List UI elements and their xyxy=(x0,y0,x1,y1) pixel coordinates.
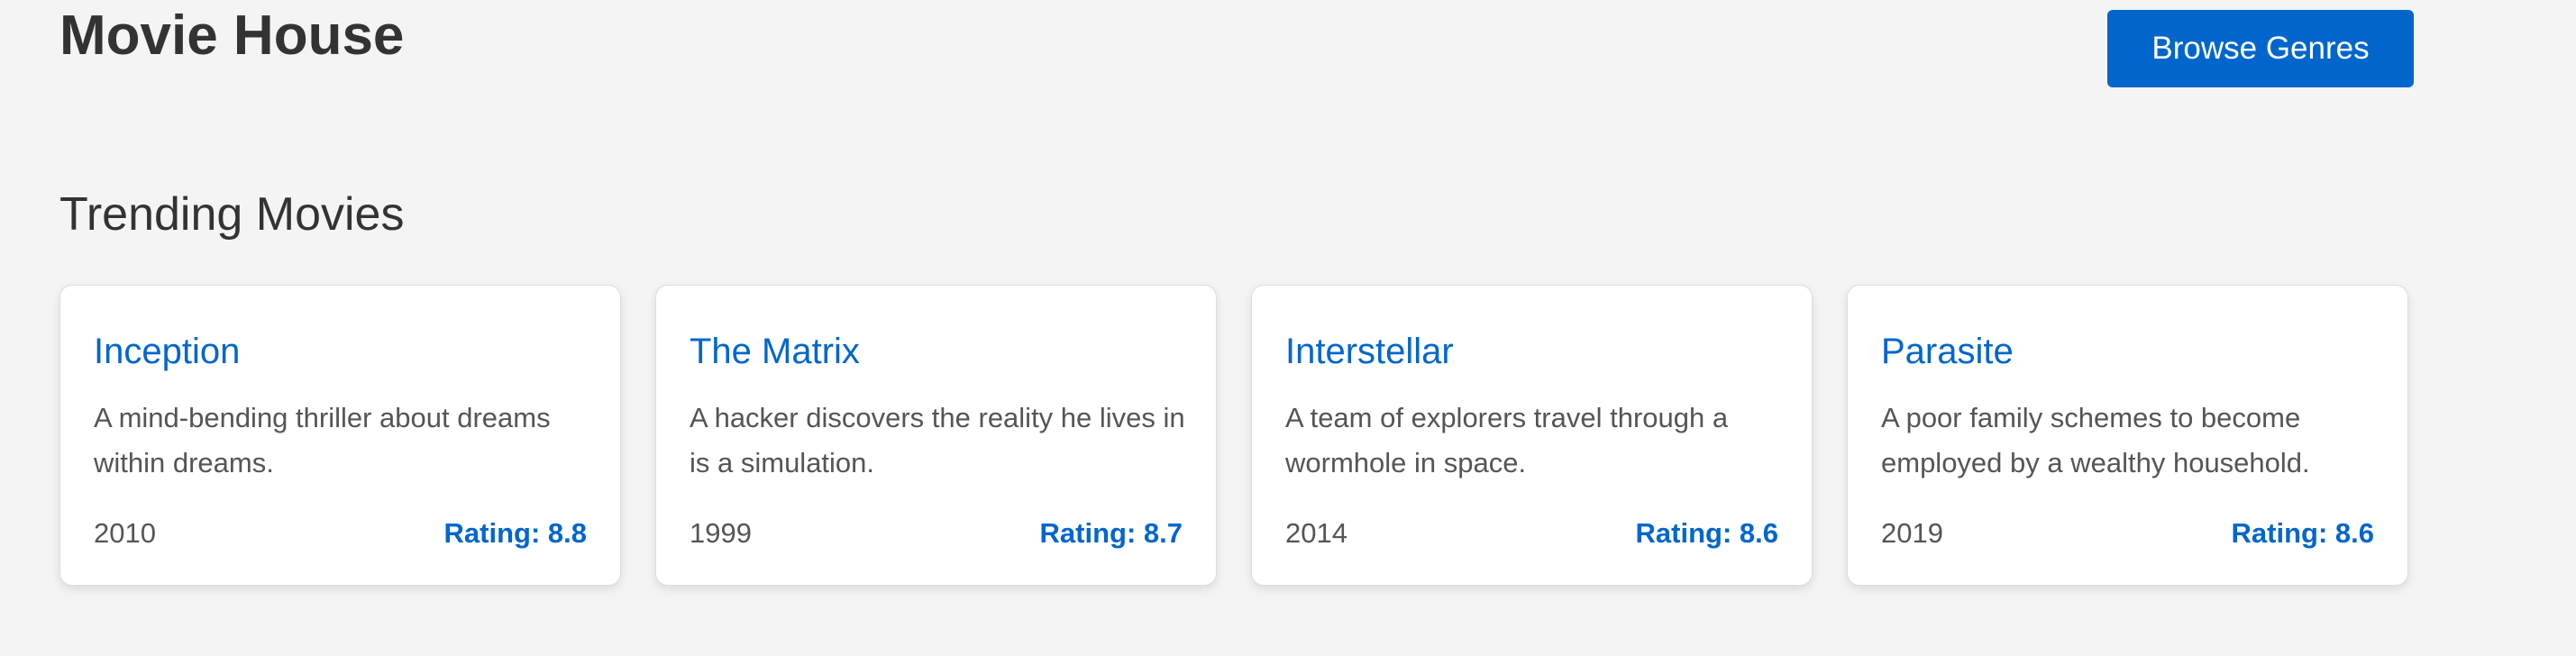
movie-card[interactable]: Interstellar A team of explorers travel … xyxy=(1251,285,1813,586)
movie-card[interactable]: The Matrix A hacker discovers the realit… xyxy=(655,285,1217,586)
movie-rating: Rating: 8.6 xyxy=(1635,517,1778,549)
movie-rating: Rating: 8.8 xyxy=(443,517,587,549)
movie-card[interactable]: Inception A mind-bending thriller about … xyxy=(59,285,621,586)
movie-year: 2019 xyxy=(1881,517,1943,549)
movie-card-footer: 1999 Rating: 8.7 xyxy=(690,511,1183,556)
movie-description: A team of explorers travel through a wor… xyxy=(1285,402,1729,478)
movie-description: A hacker discovers the reality he lives … xyxy=(690,402,1185,478)
movie-card[interactable]: Parasite A poor family schemes to become… xyxy=(1847,285,2408,586)
movie-rating: Rating: 8.7 xyxy=(1039,517,1183,549)
browse-genres-button[interactable]: Browse Genres xyxy=(2107,10,2414,87)
movie-card-footer: 2019 Rating: 8.6 xyxy=(1881,511,2374,556)
movie-rating: Rating: 8.6 xyxy=(2231,517,2374,549)
movie-year: 2010 xyxy=(94,517,156,549)
movie-year: 2014 xyxy=(1285,517,1347,549)
movie-description: A mind-bending thriller about dreams wit… xyxy=(94,402,551,478)
movie-description: A poor family schemes to become employed… xyxy=(1881,402,2310,478)
movie-title[interactable]: Inception xyxy=(94,329,240,374)
movie-title[interactable]: Interstellar xyxy=(1285,329,1454,374)
site-header: Movie House Browse Genres xyxy=(59,0,2414,90)
movie-card-footer: 2010 Rating: 8.8 xyxy=(94,511,587,556)
movie-title[interactable]: Parasite xyxy=(1881,329,2014,374)
section-title: Trending Movies xyxy=(59,188,405,241)
movie-year: 1999 xyxy=(690,517,752,549)
movie-card-footer: 2014 Rating: 8.6 xyxy=(1285,511,1778,556)
site-title: Movie House xyxy=(59,5,405,67)
movie-card-list: Inception A mind-bending thriller about … xyxy=(59,285,2414,588)
movie-title[interactable]: The Matrix xyxy=(690,329,860,374)
